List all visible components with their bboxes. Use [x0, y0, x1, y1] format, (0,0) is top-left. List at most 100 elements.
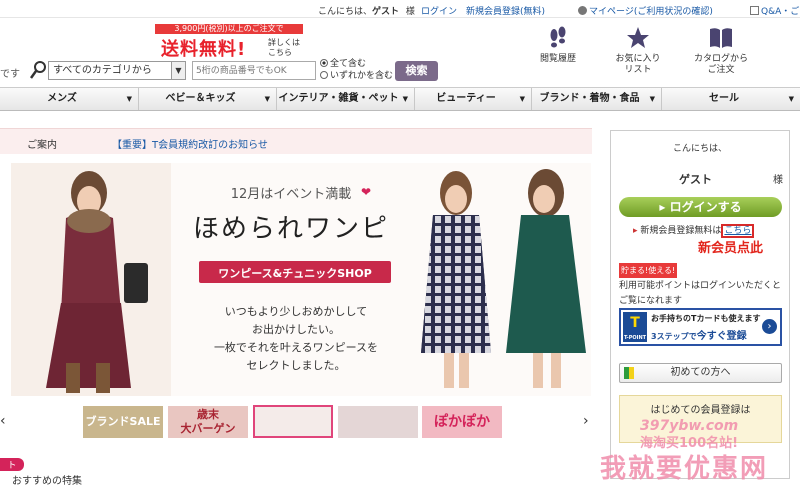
mypage-label[interactable]: マイページ(ご利用状況の確認): [589, 7, 713, 17]
nav-item-mens[interactable]: メンズ ▼: [0, 88, 139, 110]
footprints-icon: [550, 26, 566, 48]
nav-item-sale[interactable]: セール ▼: [662, 88, 800, 110]
sidebar-hello: こんにちは、: [672, 144, 727, 154]
tpoint-logo-sub: T-POINT: [623, 335, 647, 341]
arrow-right-icon: ›: [762, 319, 777, 334]
banner-event: 12月はイベント満載: [230, 187, 352, 202]
radio-icon: [320, 59, 328, 67]
top-bar: こんにちは、ゲスト 様 ログイン 新規会員登録(無料) マイページ(ご利用状況の…: [0, 0, 800, 18]
promo-top: 3,900円(税別)以上のご注文で: [155, 24, 303, 34]
category-nav: メンズ ▼ ベビー＆キッズ ▼ インテリア・雑貨・ペット ▼ ビューティー ▼ ブランド…: [0, 87, 800, 111]
login-link[interactable]: ログイン: [421, 4, 457, 17]
qa-link[interactable]: Q&A・ご: [750, 4, 799, 17]
banner-body-1: いつもより少しおめかしして: [224, 305, 368, 318]
thumb-fashion[interactable]: [338, 406, 418, 438]
keyword-input[interactable]: [192, 61, 316, 80]
chevron-down-icon: ▼: [126, 95, 132, 103]
watermark-line3: 我就要优惠网: [600, 454, 769, 484]
chevron-down-icon: ▼: [788, 95, 794, 103]
nav-label: インテリア・雑貨・ペット: [278, 93, 399, 104]
radio-icon: [320, 71, 328, 79]
register-text: 新規会員登録無料は: [640, 226, 722, 236]
thumb-pokapoka[interactable]: ぽかぽか: [422, 406, 502, 438]
chevron-down-icon: ▼: [402, 95, 408, 103]
radio-all[interactable]: 全て含む: [320, 58, 393, 70]
nav-label: セール: [709, 93, 739, 104]
annotation-text: 新会员点此: [698, 241, 764, 256]
beginner-mark-icon: [624, 367, 634, 379]
tpoint-logo-icon: T T-POINT: [623, 312, 647, 342]
banner-models-right: [421, 169, 586, 388]
chevron-right-icon: ▸: [659, 200, 670, 214]
sidebar-guest: ゲスト: [679, 173, 712, 186]
search-button[interactable]: 検索: [395, 61, 438, 81]
thumb-brand-sale[interactable]: ブランドSALE: [83, 406, 163, 438]
greeting: こんにちは、ゲスト 様: [318, 4, 415, 17]
points-badge: 貯まる!使える!: [619, 263, 678, 278]
site-header: です 3,900円(税別)以上のご注文で 送料無料! 詳しくは こちら すべての…: [0, 18, 800, 84]
thumb-pokapoka-label: ぽかぽか: [434, 414, 490, 430]
banner-body-3: 一枚でそれを叶えるワンピースを: [213, 341, 379, 354]
favorites-label-1: お気に入り: [615, 54, 661, 64]
member-register-line1: はじめての会員登録は: [650, 405, 751, 416]
user-icon: [578, 6, 587, 15]
radio-any[interactable]: いずれかを含む: [320, 70, 393, 82]
banner-title: ほめられワンピ: [192, 214, 389, 244]
search-mode: 全て含む いずれかを含む: [320, 58, 393, 82]
nav-label: メンズ: [47, 93, 77, 104]
hero-banner[interactable]: 12月はイベント満載 ❤ ほめられワンピ ワンピース&チュニックSHOP いつも…: [11, 163, 591, 396]
radio-any-label: いずれかを含む: [330, 71, 394, 81]
points-text: 利用可能ポイントはログインいただくとご覧になれます: [619, 281, 782, 306]
register-link[interactable]: 新規会員登録(無料): [466, 4, 545, 17]
help-icon: [750, 6, 759, 15]
history-link[interactable]: 閲覧履歴: [518, 26, 598, 65]
tcard-line2-b: 今すぐ登録: [696, 331, 747, 342]
register-here-link[interactable]: こちら: [721, 224, 755, 238]
chevron-down-icon: ▼: [264, 95, 270, 103]
nav-item-interior[interactable]: インテリア・雑貨・ペット ▼: [277, 88, 415, 110]
login-button-label: ログインする: [669, 200, 742, 214]
carousel-next-icon[interactable]: ›: [583, 413, 589, 429]
category-select[interactable]: すべてのカテゴリから ▼: [48, 61, 186, 80]
thumb-year-end-sale[interactable]: 歳末 大バーゲン: [168, 406, 248, 438]
chevron-down-icon: ▼: [519, 95, 525, 103]
nav-item-baby-kids[interactable]: ベビー＆キッズ ▼: [139, 88, 277, 110]
bottom-section-title: おすすめの特集: [12, 476, 82, 487]
catalog-order-link[interactable]: カタログから ご注文: [681, 26, 761, 76]
banner-model-left: [11, 163, 171, 396]
tcard-line2-a: 3ステップで: [651, 332, 697, 341]
tcard-banner[interactable]: T T-POINT お手持ちのTカードも使えます 3ステップで今すぐ登録 ›: [619, 308, 782, 346]
register-row: ▸ 新規会員登録無料は こちら: [633, 223, 755, 238]
promo-detail[interactable]: 詳しくは こちら: [268, 38, 302, 58]
notice-link[interactable]: 【重要】T会員規約改訂のお知らせ: [112, 136, 268, 151]
favorites-label-2: リスト: [624, 65, 652, 75]
thumb-brand-sale-label: ブランドSALE: [85, 415, 161, 428]
favorites-link[interactable]: お気に入り リスト: [598, 26, 678, 76]
nav-label: ベビー＆キッズ: [165, 93, 236, 104]
nav-label: ブランド・着物・食品: [539, 93, 640, 104]
book-icon: [710, 28, 732, 48]
bottom-badge[interactable]: ト: [0, 458, 24, 471]
qa-label[interactable]: Q&A・ご: [761, 7, 799, 17]
carousel-prev-icon[interactable]: ‹: [0, 413, 6, 429]
mypage-link[interactable]: マイページ(ご利用状況の確認): [578, 4, 713, 17]
category-select-value: すべてのカテゴリから: [53, 65, 152, 76]
thumb-one-piece[interactable]: [253, 405, 333, 438]
login-button[interactable]: ▸ ログインする: [619, 197, 782, 217]
banner-body-4: セレクトしました。: [246, 359, 346, 372]
history-label: 閲覧履歴: [539, 54, 576, 64]
heart-icon: ❤: [361, 185, 372, 199]
star-icon: [627, 27, 649, 48]
arrow-icon: ▸: [633, 226, 638, 236]
nav-item-brand[interactable]: ブランド・着物・食品 ▼: [532, 88, 662, 110]
greeting-prefix: こんにちは、: [318, 7, 373, 17]
tpoint-logo-letter: T: [630, 315, 640, 331]
catalog-label-1: カタログから: [693, 54, 748, 64]
first-time-label: 初めての方へ: [670, 367, 731, 378]
nav-item-beauty[interactable]: ビューティー ▼: [415, 88, 532, 110]
first-time-button[interactable]: 初めての方へ: [619, 363, 782, 383]
banner-shop: ワンピース&チュニックSHOP: [218, 267, 372, 280]
tcard-line1: お手持ちのTカードも使えます: [651, 314, 761, 323]
thumb-year-end-label-2: 大バーゲン: [180, 422, 236, 435]
radio-all-label: 全て含む: [330, 59, 367, 69]
